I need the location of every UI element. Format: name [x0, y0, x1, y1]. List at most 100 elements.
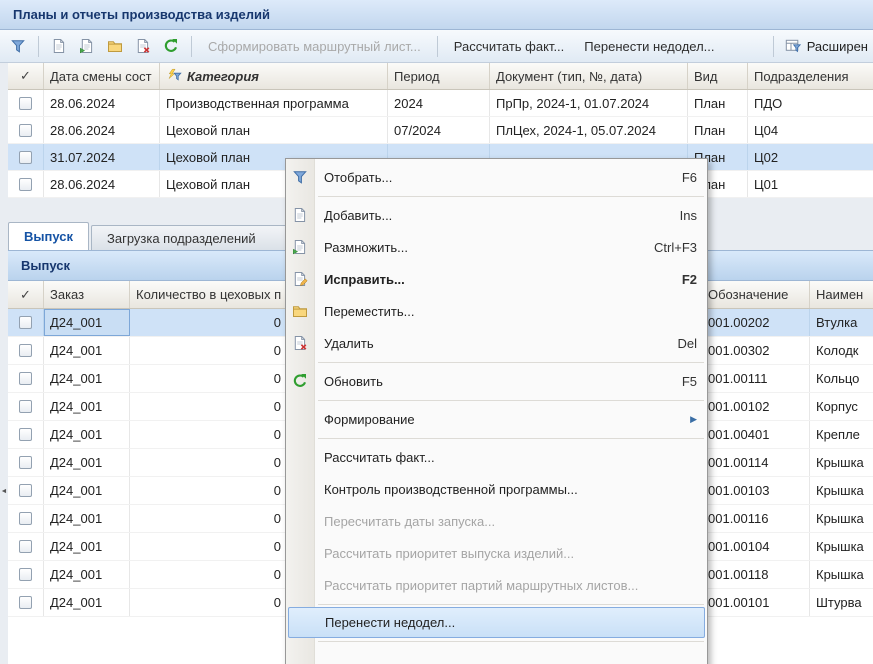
cell-departments[interactable]: Ц02 — [748, 144, 873, 170]
menu-item-otobrat[interactable]: Отобрать... F6 — [286, 161, 707, 193]
checkbox[interactable] — [19, 596, 32, 609]
cell-name[interactable]: Крышка — [810, 505, 873, 532]
cell-designation[interactable]: 001.00116 — [700, 505, 810, 532]
row-checkbox-cell[interactable] — [8, 449, 44, 476]
checkbox[interactable] — [19, 344, 32, 357]
cell-category[interactable]: Производственная программа — [160, 90, 388, 116]
cell-name[interactable]: Крышка — [810, 561, 873, 588]
column-header-document[interactable]: Документ (тип, №, дата) — [490, 63, 688, 89]
cell-order[interactable]: Д24_001 — [44, 533, 130, 560]
tab-vypusk[interactable]: Выпуск — [8, 222, 89, 250]
column-header-designation[interactable]: Обозначение — [700, 281, 810, 308]
cell-departments[interactable]: Ц01 — [748, 171, 873, 197]
checkbox[interactable] — [19, 568, 32, 581]
calc-fact-button[interactable]: Рассчитать факт... — [445, 39, 574, 54]
menu-item-formirovanie[interactable]: Формирование ▶ — [286, 403, 707, 435]
cell-designation[interactable]: 001.00202 — [700, 309, 810, 336]
row-checkbox-cell[interactable] — [8, 171, 44, 197]
cell-designation[interactable]: 001.00401 — [700, 421, 810, 448]
checkbox[interactable] — [19, 124, 32, 137]
cell-designation[interactable]: 001.00302 — [700, 337, 810, 364]
column-header-quantity[interactable]: Количество в цеховых п — [130, 281, 288, 308]
row-checkbox-cell[interactable] — [8, 144, 44, 170]
checkbox[interactable] — [19, 512, 32, 525]
cell-kind[interactable]: План — [688, 90, 748, 116]
table-row[interactable]: 28.06.2024 Производственная программа 20… — [8, 90, 873, 117]
row-checkbox-cell[interactable] — [8, 421, 44, 448]
row-checkbox-cell[interactable] — [8, 90, 44, 116]
row-checkbox-cell[interactable] — [8, 337, 44, 364]
cell-period[interactable]: 07/2024 — [388, 117, 490, 143]
cell-designation[interactable]: 001.00114 — [700, 449, 810, 476]
cell-name[interactable]: Крышка — [810, 533, 873, 560]
cell-quantity[interactable]: 0 — [130, 477, 288, 504]
splitter-collapse-button[interactable]: ◄ — [0, 483, 8, 499]
cell-order[interactable]: Д24_001 — [44, 589, 130, 616]
checkbox[interactable] — [19, 178, 32, 191]
cell-quantity[interactable]: 0 — [130, 337, 288, 364]
cell-departments[interactable]: ПДО — [748, 90, 873, 116]
cell-order[interactable]: Д24_001 — [44, 309, 130, 336]
table-row[interactable]: 28.06.2024 Цеховой план 07/2024 ПлЦех, 2… — [8, 117, 873, 144]
cell-quantity[interactable]: 0 — [130, 505, 288, 532]
column-header-name[interactable]: Наимен — [810, 281, 873, 308]
row-checkbox-cell[interactable] — [8, 393, 44, 420]
cell-date[interactable]: 28.06.2024 — [44, 117, 160, 143]
cell-date[interactable]: 31.07.2024 — [44, 144, 160, 170]
column-header-kind[interactable]: Вид — [688, 63, 748, 89]
column-header-departments[interactable]: Подразделения — [748, 63, 873, 89]
cell-order[interactable]: Д24_001 — [44, 421, 130, 448]
tab-zagruzka-podrazdeleniy[interactable]: Загрузка подразделений — [91, 225, 291, 250]
cell-order[interactable]: Д24_001 — [44, 337, 130, 364]
menu-item-razmnozhit[interactable]: Размножить... Ctrl+F3 — [286, 231, 707, 263]
menu-item-ispravit[interactable]: Исправить... F2 — [286, 263, 707, 295]
row-checkbox-cell[interactable] — [8, 117, 44, 143]
menu-item-udalit[interactable]: Удалить Del — [286, 327, 707, 359]
cell-designation[interactable]: 001.00111 — [700, 365, 810, 392]
select-all-header[interactable]: ✓ — [8, 63, 44, 89]
row-checkbox-cell[interactable] — [8, 533, 44, 560]
cell-departments[interactable]: Ц04 — [748, 117, 873, 143]
checkbox[interactable] — [19, 372, 32, 385]
cell-designation[interactable]: 001.00102 — [700, 393, 810, 420]
filter-button[interactable] — [5, 33, 31, 59]
cell-quantity[interactable]: 0 — [130, 393, 288, 420]
cell-quantity[interactable]: 0 — [130, 421, 288, 448]
cell-quantity[interactable]: 0 — [130, 561, 288, 588]
menu-item-dobavit[interactable]: Добавить... Ins — [286, 199, 707, 231]
cell-quantity[interactable]: 0 — [130, 309, 288, 336]
cell-quantity[interactable]: 0 — [130, 365, 288, 392]
cell-category[interactable]: Цеховой план — [160, 117, 388, 143]
cell-name[interactable]: Корпус — [810, 393, 873, 420]
checkbox[interactable] — [19, 540, 32, 553]
row-checkbox-cell[interactable] — [8, 561, 44, 588]
cell-name[interactable]: Кольцо — [810, 365, 873, 392]
checkbox[interactable] — [19, 400, 32, 413]
add-document-button[interactable] — [46, 33, 72, 59]
row-checkbox-cell[interactable] — [8, 505, 44, 532]
menu-item-peremestit[interactable]: Переместить... — [286, 295, 707, 327]
cell-name[interactable]: Крышка — [810, 477, 873, 504]
menu-item-rasschitat-fakt[interactable]: Рассчитать факт... — [286, 441, 707, 473]
checkbox[interactable] — [19, 97, 32, 110]
cell-order[interactable]: Д24_001 — [44, 477, 130, 504]
cell-order[interactable]: Д24_001 — [44, 449, 130, 476]
checkbox[interactable] — [19, 484, 32, 497]
cell-order[interactable]: Д24_001 — [44, 365, 130, 392]
cell-designation[interactable]: 001.00101 — [700, 589, 810, 616]
cell-name[interactable]: Колодк — [810, 337, 873, 364]
cell-kind[interactable]: План — [688, 117, 748, 143]
cell-period[interactable]: 2024 — [388, 90, 490, 116]
row-checkbox-cell[interactable] — [8, 477, 44, 504]
cell-quantity[interactable]: 0 — [130, 449, 288, 476]
menu-item-obnovit[interactable]: Обновить F5 — [286, 365, 707, 397]
column-header-category[interactable]: Категория — [160, 63, 388, 89]
duplicate-document-button[interactable] — [74, 33, 100, 59]
cell-designation[interactable]: 001.00104 — [700, 533, 810, 560]
cell-order[interactable]: Д24_001 — [44, 393, 130, 420]
cell-document[interactable]: ПрПр, 2024-1, 01.07.2024 — [490, 90, 688, 116]
move-folder-button[interactable] — [102, 33, 128, 59]
transfer-shortfall-button[interactable]: Перенести недодел... — [575, 39, 723, 54]
column-header-order[interactable]: Заказ — [44, 281, 130, 308]
menu-item-kontrol-programmy[interactable]: Контроль производственной программы... — [286, 473, 707, 505]
